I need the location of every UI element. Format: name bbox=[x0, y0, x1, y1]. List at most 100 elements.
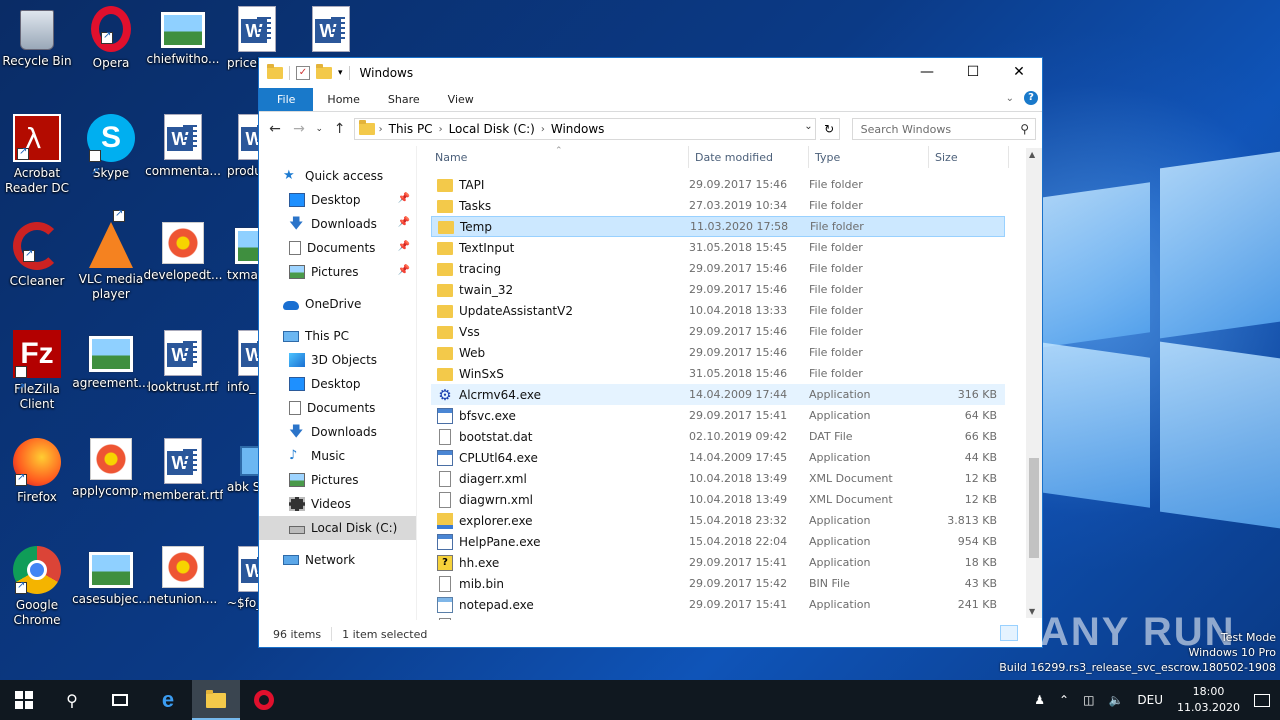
chevron-down-icon[interactable]: ⌄ bbox=[804, 121, 812, 132]
file-row[interactable]: CPLUtl64.exe 14.04.2009 17:45 Application 4… bbox=[431, 447, 1005, 468]
recent-locations-icon[interactable]: ⌄ bbox=[313, 118, 326, 140]
vertical-scrollbar[interactable]: ▲ ▼ bbox=[1026, 148, 1042, 618]
pin-icon[interactable]: 📌 bbox=[398, 241, 410, 252]
file-row[interactable]: tracing 29.09.2017 15:46 File folder bbox=[431, 258, 1005, 279]
file-row[interactable]: TextInput 31.05.2018 15:45 File folder bbox=[431, 237, 1005, 258]
nav-quick-access-documents[interactable]: Documents 📌 bbox=[259, 236, 416, 260]
search-button[interactable]: ⚲ bbox=[48, 680, 96, 720]
taskbar-opera[interactable] bbox=[240, 680, 288, 720]
nav-this-pc-item[interactable]: Desktop bbox=[259, 372, 416, 396]
network-status-icon[interactable]: ◫ bbox=[1083, 693, 1094, 707]
scroll-up-icon[interactable]: ▲ bbox=[1029, 150, 1035, 159]
file-row[interactable]: TAPI 29.09.2017 15:46 File folder bbox=[431, 174, 1005, 195]
language-indicator[interactable]: DEU bbox=[1137, 693, 1163, 707]
column-date-modified[interactable]: Date modified bbox=[689, 146, 809, 168]
nav-this-pc-item[interactable]: Pictures bbox=[259, 468, 416, 492]
nav-this-pc-item[interactable]: 3D Objects bbox=[259, 348, 416, 372]
maximize-button[interactable]: ☐ bbox=[950, 58, 996, 86]
desktop-icon[interactable]: SSkype bbox=[71, 114, 151, 196]
nav-this-pc-item[interactable]: ♪ Music bbox=[259, 444, 416, 468]
people-icon[interactable]: ♟ bbox=[1034, 693, 1045, 707]
pin-icon[interactable]: 📌 bbox=[398, 265, 410, 276]
file-row[interactable]: Temp 11.03.2020 17:58 File folder bbox=[431, 216, 1005, 237]
quick-access-dropdown-icon[interactable]: ▾ bbox=[338, 68, 343, 78]
column-type[interactable]: Type bbox=[809, 146, 929, 168]
desktop-icon[interactable]: chiefwitho... bbox=[143, 6, 223, 67]
pin-icon[interactable]: 📌 bbox=[398, 193, 410, 204]
minimize-button[interactable]: — bbox=[904, 58, 950, 86]
desktop-icon[interactable]: applycomp... bbox=[71, 438, 151, 499]
search-input[interactable]: Search Windows ⚲ bbox=[851, 118, 1036, 140]
tab-file[interactable]: File bbox=[259, 88, 314, 111]
desktop-icon[interactable]: λ Acrobat Reader DC bbox=[0, 114, 77, 196]
taskbar-edge[interactable]: e bbox=[144, 680, 192, 720]
file-row[interactable]: notepad.exe 29.09.2017 15:41 Application 24… bbox=[431, 594, 1005, 615]
file-row[interactable]: mib.bin 29.09.2017 15:42 BIN File 43 KB bbox=[431, 573, 1005, 594]
title-bar[interactable]: ✓ ▾ Windows — ☐ ✕ bbox=[259, 58, 1042, 88]
desktop-icon[interactable]: netunion.... bbox=[143, 546, 223, 607]
nav-this-pc-item[interactable]: Videos bbox=[259, 492, 416, 516]
properties-icon[interactable]: ✓ bbox=[296, 66, 310, 80]
desktop-icon[interactable]: developedt... bbox=[143, 222, 223, 283]
file-row[interactable]: UpdateAssistantV2 10.04.2018 13:33 File fo… bbox=[431, 300, 1005, 321]
breadcrumb-local-disk[interactable]: Local Disk (C:) bbox=[443, 122, 541, 136]
nav-this-pc-item[interactable]: 🡇 Downloads bbox=[259, 420, 416, 444]
forward-button[interactable]: → bbox=[289, 118, 309, 140]
desktop-icon[interactable]: Firefox bbox=[0, 438, 77, 505]
breadcrumb-this-pc[interactable]: This PC bbox=[383, 122, 439, 136]
nav-network[interactable]: Network bbox=[259, 548, 416, 572]
scrollbar-thumb[interactable] bbox=[1029, 458, 1039, 558]
chevron-up-icon[interactable]: ⌃ bbox=[1059, 693, 1069, 707]
file-row[interactable]: bfsvc.exe 29.09.2017 15:41 Application 64 K… bbox=[431, 405, 1005, 426]
start-button[interactable] bbox=[0, 680, 48, 720]
clock[interactable]: 18:00 11.03.2020 bbox=[1177, 684, 1240, 716]
nav-quick-access-desktop[interactable]: Desktop 📌 bbox=[259, 188, 416, 212]
refresh-button[interactable]: ↻ bbox=[819, 118, 840, 140]
notifications-icon[interactable] bbox=[1254, 693, 1270, 707]
file-row[interactable]: Professional.xml 29.09.2017 15:43XML Docu… bbox=[431, 615, 1005, 620]
tab-home[interactable]: Home bbox=[313, 88, 373, 111]
expand-ribbon-icon[interactable]: ⌄ bbox=[1006, 93, 1014, 104]
nav-quick-access[interactable]: ★ Quick access bbox=[259, 164, 416, 188]
column-size[interactable]: Size bbox=[929, 146, 1009, 168]
desktop-icon[interactable]: FzFileZilla Client bbox=[0, 330, 77, 412]
desktop-icon[interactable] bbox=[291, 6, 371, 56]
desktop-icon[interactable]: Opera bbox=[71, 6, 151, 71]
desktop-icon[interactable]: looktrust.rtf bbox=[143, 330, 223, 395]
nav-quick-access-pictures[interactable]: Pictures 📌 bbox=[259, 260, 416, 284]
close-button[interactable]: ✕ bbox=[996, 58, 1042, 86]
file-row[interactable]: ⚙ Alcrmv64.exe 14.04.2009 17:44 Application… bbox=[431, 384, 1005, 405]
volume-icon[interactable]: 🔈 bbox=[1108, 693, 1123, 707]
file-row[interactable]: Vss 29.09.2017 15:46 File folder bbox=[431, 321, 1005, 342]
task-view-button[interactable] bbox=[96, 680, 144, 720]
file-row[interactable]: Tasks 27.03.2019 10:34 File folder bbox=[431, 195, 1005, 216]
back-button[interactable]: ← bbox=[265, 118, 285, 140]
file-row[interactable]: explorer.exe 15.04.2018 23:32 Application 3… bbox=[431, 510, 1005, 531]
pin-icon[interactable]: 📌 bbox=[398, 217, 410, 228]
address-bar[interactable]: › This PC › Local Disk (C:) › Windows ⌄ bbox=[353, 118, 816, 140]
nav-quick-access-downloads[interactable]: 🡇 Downloads 📌 bbox=[259, 212, 416, 236]
taskbar-file-explorer[interactable] bbox=[192, 680, 240, 720]
tab-view[interactable]: View bbox=[434, 88, 488, 111]
file-row[interactable]: Web 29.09.2017 15:46 File folder bbox=[431, 342, 1005, 363]
up-button[interactable]: ↑ bbox=[330, 118, 350, 140]
breadcrumb-windows[interactable]: Windows bbox=[545, 122, 611, 136]
nav-this-pc-item[interactable]: Documents bbox=[259, 396, 416, 420]
desktop-icon[interactable]: VLC media player bbox=[71, 208, 151, 302]
desktop-icon[interactable]: CCleaner bbox=[0, 222, 77, 289]
file-row[interactable]: ? hh.exe 29.09.2017 15:41 Application 18 KB bbox=[431, 552, 1005, 573]
tab-share[interactable]: Share bbox=[374, 88, 434, 111]
nav-onedrive[interactable]: OneDrive bbox=[259, 292, 416, 316]
desktop-icon[interactable]: Google Chrome bbox=[0, 546, 77, 628]
file-row[interactable]: WinSxS 31.05.2018 15:46 File folder bbox=[431, 363, 1005, 384]
file-row[interactable]: HelpPane.exe 15.04.2018 22:04 Application 9… bbox=[431, 531, 1005, 552]
desktop-icon[interactable]: memberat.rtf bbox=[143, 438, 223, 503]
file-row[interactable]: diagerr.xml 10.04.2018 13:49 XML Document 1… bbox=[431, 468, 1005, 489]
desktop-icon[interactable]: casesubjec... bbox=[71, 546, 151, 607]
column-name[interactable]: Name bbox=[417, 146, 689, 168]
help-icon[interactable]: ? bbox=[1024, 91, 1038, 105]
file-row[interactable]: bootstat.dat 02.10.2019 09:42 DAT File 66 K… bbox=[431, 426, 1005, 447]
scroll-down-icon[interactable]: ▼ bbox=[1029, 607, 1035, 616]
desktop-icon[interactable]: Recycle Bin bbox=[0, 6, 77, 69]
nav-this-pc-item[interactable]: Local Disk (C:) bbox=[259, 516, 416, 540]
